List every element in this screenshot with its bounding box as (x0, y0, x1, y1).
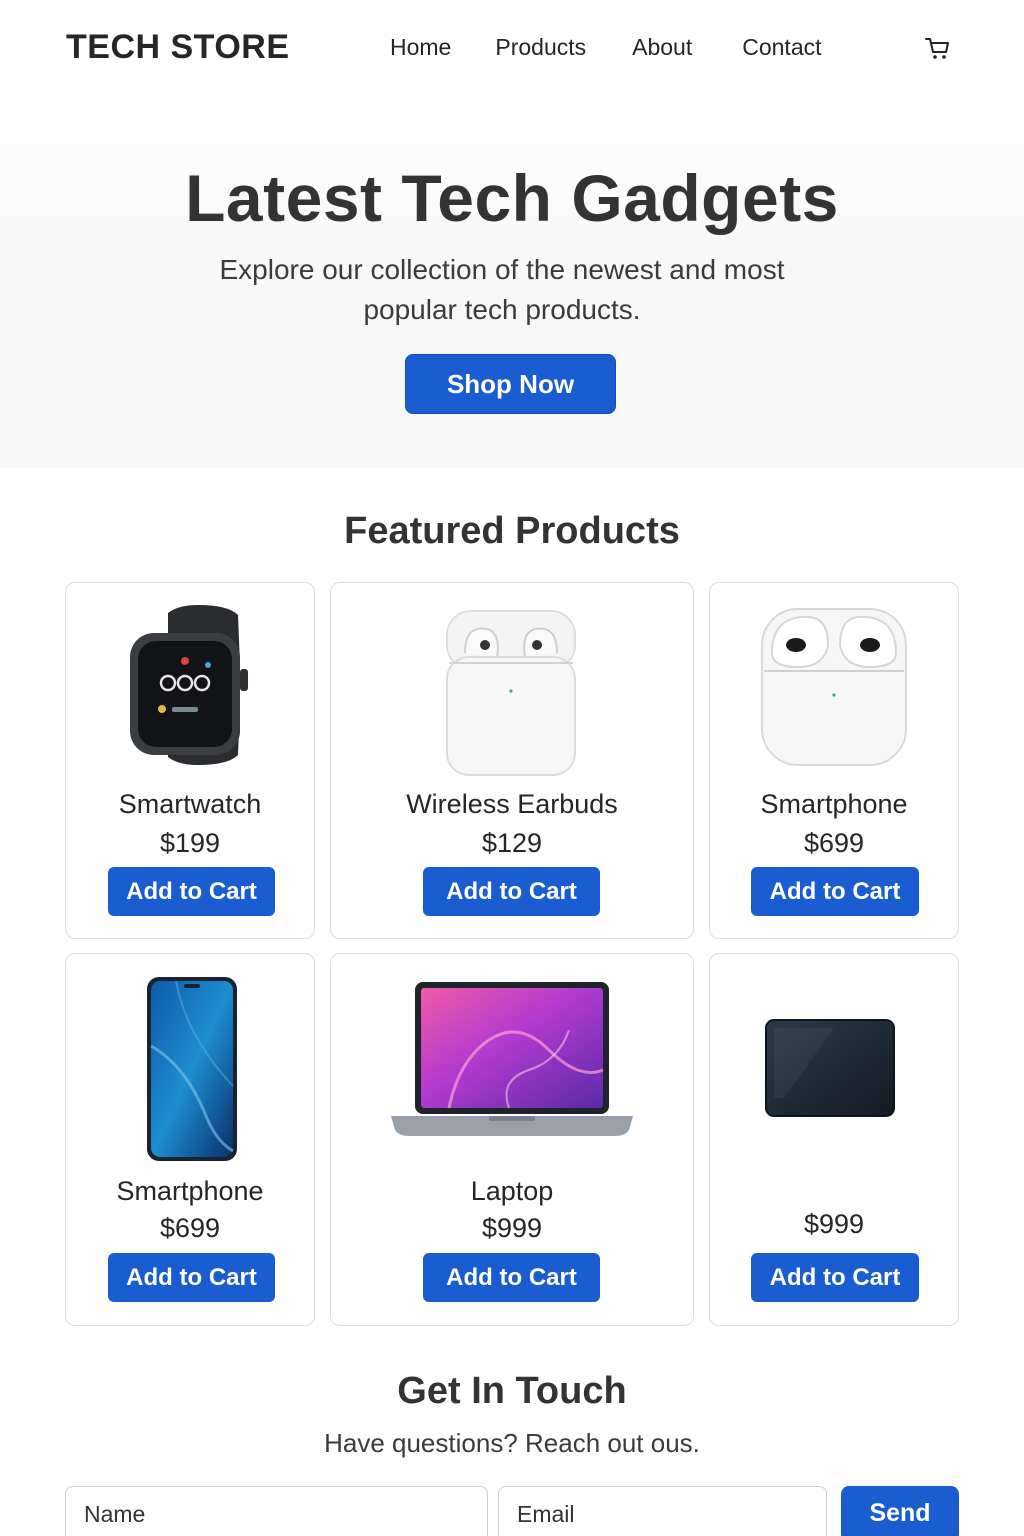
nav-about[interactable]: About (632, 34, 692, 61)
product-card: Smartphone $699 Add to Cart (709, 582, 959, 939)
product-name: Smartphone (760, 789, 908, 819)
nav-contact[interactable]: Contact (742, 34, 821, 61)
smartphone-image (147, 977, 237, 1161)
name-field[interactable]: Name (65, 1486, 488, 1536)
product-price: $199 (159, 828, 221, 858)
nav-products[interactable]: Products (495, 34, 586, 61)
earbuds-case-image (761, 608, 907, 766)
hero-subtitle: Explore our collection of the newest and… (219, 254, 785, 325)
site-header: TECH STORE Home Products About Contact (0, 0, 1024, 96)
add-to-cart-button[interactable]: Add to Cart (423, 867, 600, 916)
hero-section: Latest Tech Gadgets Explore our collecti… (0, 96, 1024, 468)
site-logo[interactable]: TECH STORE (66, 28, 290, 67)
nav-home[interactable]: Home (390, 34, 451, 61)
earbuds-image (446, 610, 576, 776)
product-price: $129 (481, 828, 543, 858)
contact-subtitle: Have questions? Reach out οus. (324, 1428, 700, 1458)
send-button[interactable]: Send (841, 1486, 959, 1536)
product-card: $999 Add to Cart (709, 953, 959, 1326)
main-nav: Home Products About Contact (390, 34, 822, 61)
hero-title: Latest Tech Gadgets (185, 161, 839, 235)
product-price: $699 (159, 1213, 221, 1243)
product-card: Smartphone $699 Add to Cart (65, 953, 315, 1326)
add-to-cart-button[interactable]: Add to Cart (108, 1253, 275, 1302)
product-card: Laptop $999 Add to Cart (330, 953, 694, 1326)
featured-title: Featured Products (344, 510, 680, 552)
email-field[interactable]: Email (498, 1486, 827, 1536)
add-to-cart-button[interactable]: Add to Cart (108, 867, 275, 916)
product-name: Smartphone (116, 1176, 264, 1206)
laptop-image (391, 982, 633, 1136)
product-name: Wireless Earbuds (406, 789, 618, 819)
shopping-cart-icon[interactable] (924, 34, 952, 62)
tablet-image (765, 1019, 895, 1117)
product-card: Smartwatch $199 Add to Cart (65, 582, 315, 939)
shop-now-button[interactable]: Shop Now (405, 354, 616, 414)
contact-title: Get In Touch (397, 1370, 627, 1412)
add-to-cart-button[interactable]: Add to Cart (423, 1253, 600, 1302)
product-price: $999 (803, 1209, 865, 1239)
product-name: Laptop (470, 1176, 554, 1206)
product-name: Smartwatch (118, 789, 262, 819)
product-price: $999 (481, 1213, 543, 1243)
add-to-cart-button[interactable]: Add to Cart (751, 1253, 919, 1302)
smartwatch-image (130, 605, 248, 765)
add-to-cart-button[interactable]: Add to Cart (751, 867, 919, 916)
product-card: Wireless Earbuds $129 Add to Cart (330, 582, 694, 939)
product-price: $699 (803, 828, 865, 858)
